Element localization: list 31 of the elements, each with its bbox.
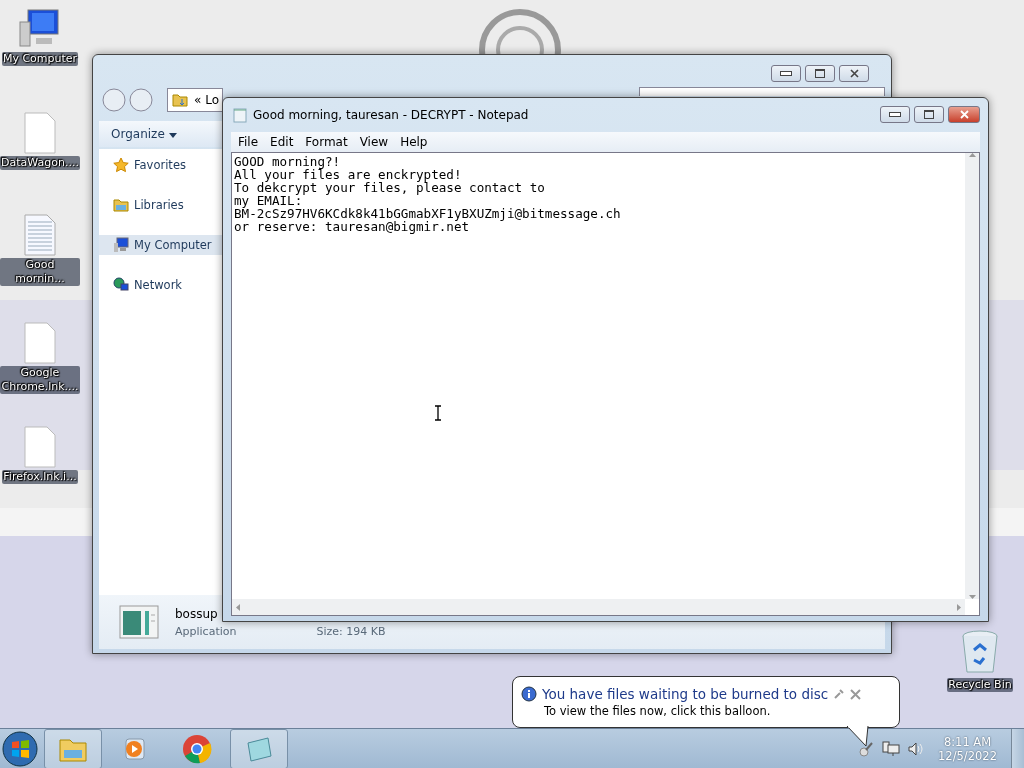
notification-balloon[interactable]: You have files waiting to be burned to disc To view the files now, click this balloon. bbox=[512, 676, 900, 728]
desktop-icon-label[interactable]: My Computer bbox=[1, 52, 79, 66]
file-name: bossup bbox=[175, 606, 219, 621]
text-editor[interactable]: GOOD morning?! All your files are enckrypted! To dekcrypt your files, please contact to my EMAIL: BM-2cSz97HV6KCdk8k41bGGmabXF1yBXUZmji@bitmessage.ch or reserve: tauresan@bigmir.net bbox=[231, 152, 980, 616]
desktop-icon-label[interactable]: DataWagon.... bbox=[0, 156, 80, 170]
menu-item[interactable]: File bbox=[233, 135, 264, 149]
text-line: To dekcrypt your files, please contact to bbox=[234, 181, 546, 194]
nav-item[interactable]: Favorites bbox=[99, 155, 223, 175]
text-line: my EMAIL: bbox=[234, 194, 303, 207]
menu-item[interactable]: View bbox=[354, 135, 394, 149]
text-line: All your files are enckrypted! bbox=[234, 168, 463, 181]
window-title: Good morning, tauresan - DECRYPT - Notepad bbox=[253, 108, 529, 122]
file-type: Application bbox=[175, 624, 237, 638]
nav-item[interactable]: Network bbox=[99, 275, 223, 295]
desktop-icon-label[interactable]: Firefox.lnk.i... bbox=[2, 470, 78, 484]
menu-item[interactable]: Edit bbox=[265, 135, 299, 149]
balloon-title: You have files waiting to be burned to disc bbox=[542, 686, 829, 702]
text-line: or reserve: tauresan@bigmir.net bbox=[234, 220, 470, 233]
text-line: GOOD morning?! bbox=[234, 155, 342, 168]
menu-item[interactable]: Help bbox=[395, 135, 433, 149]
nav-item[interactable]: My Computer bbox=[99, 235, 223, 255]
desktop-icon-label[interactable]: Google Chrome.lnk.... bbox=[0, 366, 80, 394]
file-size: Size: 194 KB bbox=[316, 624, 386, 638]
organize-button[interactable]: Organize bbox=[99, 127, 189, 141]
desktop-icon-label[interactable]: Recycle Bin bbox=[947, 678, 1013, 692]
menu-item[interactable]: Format bbox=[300, 135, 353, 149]
balloon-message: To view the files now, click this balloon. bbox=[543, 704, 772, 718]
text-line: BM-2cSz97HV6KCdk8k41bGGmabXF1yBXUZmji@bitmessage.ch bbox=[234, 207, 621, 220]
desktop-icon-label[interactable]: Good mornin... bbox=[0, 258, 80, 286]
address-bar[interactable]: « Lo bbox=[167, 88, 223, 112]
nav-item[interactable]: Libraries bbox=[99, 195, 223, 215]
